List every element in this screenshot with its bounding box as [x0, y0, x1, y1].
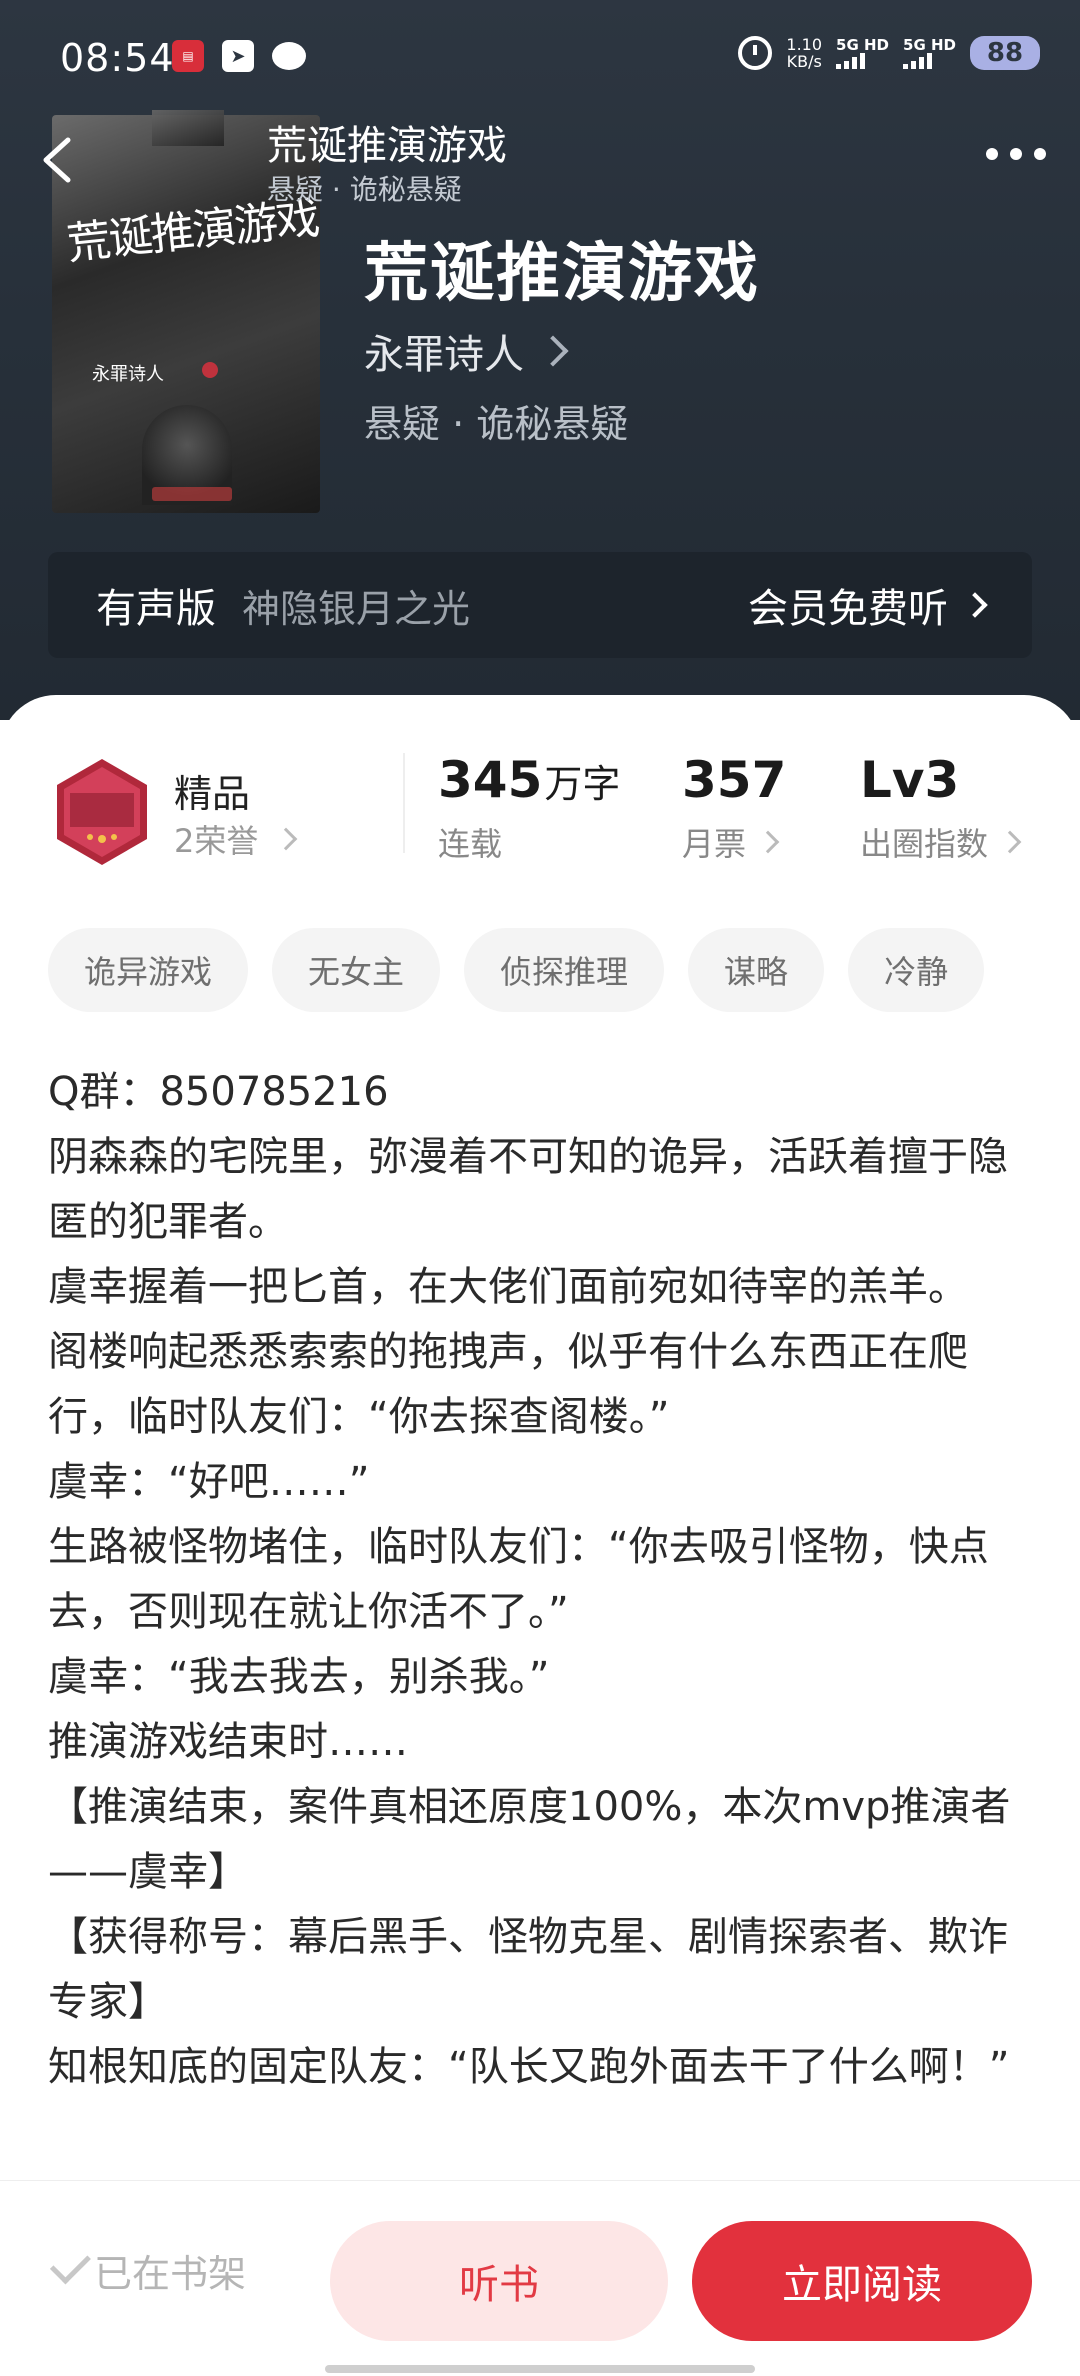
listen-button[interactable]: 听书	[330, 2221, 668, 2341]
description-line: 【获得称号：幕后黑手、怪物克星、剧情探索者、欺诈专家】	[48, 1914, 1008, 2025]
stats-divider	[403, 753, 405, 853]
description-line: 知根知底的固定队友：“队长又跑外面去干了什么啊！”	[48, 2044, 1010, 2090]
word-count-stat: 345 万字 连载	[438, 751, 620, 865]
serial-status: 连载	[438, 825, 503, 863]
cover-author: 永罪诗人	[92, 364, 164, 385]
tag-chip[interactable]: 谋略	[688, 928, 825, 1012]
net-speed-unit: KB/s	[786, 52, 822, 71]
free-listen-label: 会员免费听	[748, 586, 948, 632]
notification-icons: ▤ ➤	[172, 40, 306, 72]
net-speed-value: 1.10	[786, 35, 823, 54]
chevron-left-icon	[43, 137, 71, 183]
home-indicator[interactable]	[325, 2365, 755, 2373]
send-icon: ➤	[222, 40, 254, 72]
description-line: 虞幸握着一把匕首，在大佬们面前宛如待宰的羔羊。	[48, 1264, 968, 1310]
audio-narrator: 神隐银月之光	[242, 586, 471, 631]
author-link[interactable]: 永罪诗人	[364, 322, 569, 380]
header-subtitle: 悬疑 · 诡秘悬疑	[267, 173, 462, 206]
chevron-right-icon	[998, 830, 1022, 854]
monthly-ticket-value: 357	[682, 751, 787, 809]
sim1-label: 5G HD	[836, 36, 890, 54]
tag-chip[interactable]: 冷静	[848, 928, 985, 1012]
signal-sim1: 5G HD	[836, 37, 889, 69]
honor-count: 2荣誉	[174, 822, 259, 860]
check-icon	[49, 2242, 91, 2284]
battery-level: 88	[970, 36, 1040, 70]
signal-bars-icon	[836, 53, 866, 69]
word-count-value: 345	[438, 751, 543, 809]
description-line: 【推演结束，案件真相还原度100%，本次mvp推演者——虞幸】	[48, 1784, 1011, 1895]
read-now-button[interactable]: 立即阅读	[692, 2221, 1032, 2341]
description-line: 推演游戏结束时……	[48, 1719, 408, 1765]
description-line: 生路被怪物堵住，临时队友们：“你去吸引怪物，快点去，否则现在就让你活不了。”	[48, 1524, 989, 1635]
audio-version-bar[interactable]: 有声版 神隐银月之光 会员免费听	[48, 552, 1032, 658]
net-speed: 1.10 KB/s	[786, 36, 822, 70]
cover-seal	[202, 362, 218, 378]
popularity-stat[interactable]: Lv3 出圈指数	[860, 751, 1022, 865]
monthly-ticket-stat[interactable]: 357 月票	[682, 751, 786, 865]
word-count-unit: 万字	[544, 762, 621, 806]
on-shelf-label: 已在书架	[94, 2252, 247, 2296]
book-title: 荒诞推演游戏	[364, 236, 760, 311]
free-listen-link[interactable]: 会员免费听	[748, 576, 988, 634]
description-line: Q群：850785216	[48, 1069, 389, 1115]
header-title: 荒诞推演游戏	[267, 123, 507, 169]
popularity-value: Lv3	[860, 751, 960, 809]
chevron-right-icon	[962, 592, 988, 618]
message-icon	[272, 42, 306, 70]
news-app-icon: ▤	[172, 40, 204, 72]
monthly-ticket-label: 月票	[682, 825, 747, 863]
tag-chip[interactable]: 诡异游戏	[48, 928, 249, 1012]
book-header: 08:54 ▤ ➤ 1.10 KB/s 5G HD 5G HD 88 荒诞推演游…	[0, 0, 1080, 720]
honor-title: 精品	[174, 772, 251, 816]
description-line: 虞幸：“好吧……”	[48, 1459, 370, 1505]
chevron-right-icon	[275, 827, 298, 851]
status-right: 1.10 KB/s 5G HD 5G HD 88	[738, 36, 1040, 70]
signal-sim2: 5G HD	[903, 37, 956, 69]
popularity-label: 出圈指数	[860, 825, 989, 863]
honor-link[interactable]: 2荣誉	[174, 816, 298, 862]
status-time: 08:54	[60, 36, 175, 80]
more-icon[interactable]	[986, 148, 1046, 160]
back-button[interactable]	[30, 130, 90, 190]
tag-chip[interactable]: 无女主	[272, 928, 441, 1012]
header-thumbnail	[152, 110, 224, 146]
alarm-icon	[738, 36, 773, 70]
book-description[interactable]: Q群：850785216 阴森森的宅院里，弥漫着不可知的诡异，活跃着擅于隐匿的犯…	[48, 1060, 1038, 2100]
description-line: 阴森森的宅院里，弥漫着不可知的诡异，活跃着擅于隐匿的犯罪者。	[48, 1134, 1008, 1245]
tag-list: 诡异游戏 无女主 侦探推理 谋略 冷静	[48, 928, 985, 1012]
book-detail-card: 精品 2荣誉 345 万字 连载 357 月票 Lv3 出圈指数 诡异游戏 无女主…	[0, 695, 1080, 2376]
sim2-label: 5G HD	[903, 36, 956, 54]
on-shelf-indicator[interactable]: 已在书架	[49, 2242, 247, 2298]
cover-publisher-logo	[152, 487, 232, 501]
chevron-right-icon	[756, 830, 780, 854]
chevron-right-icon	[537, 335, 569, 367]
audio-label: 有声版	[96, 586, 216, 632]
status-bar: 08:54 ▤ ➤ 1.10 KB/s 5G HD 5G HD 88	[0, 0, 1080, 115]
signal-bars-icon	[903, 53, 933, 69]
premium-badge-icon	[52, 757, 152, 867]
book-genre: 悬疑 · 诡秘悬疑	[364, 402, 629, 446]
description-line: 虞幸：“我去我去，别杀我。”	[48, 1654, 550, 1700]
author-name: 永罪诗人	[364, 332, 524, 378]
description-line: 阁楼响起悉悉索索的拖拽声，似乎有什么东西正在爬行，临时队友们：“你去探查阁楼。”	[48, 1329, 968, 1440]
tag-chip[interactable]: 侦探推理	[464, 928, 665, 1012]
bottom-action-bar: 已在书架 听书 立即阅读	[0, 2180, 1080, 2376]
